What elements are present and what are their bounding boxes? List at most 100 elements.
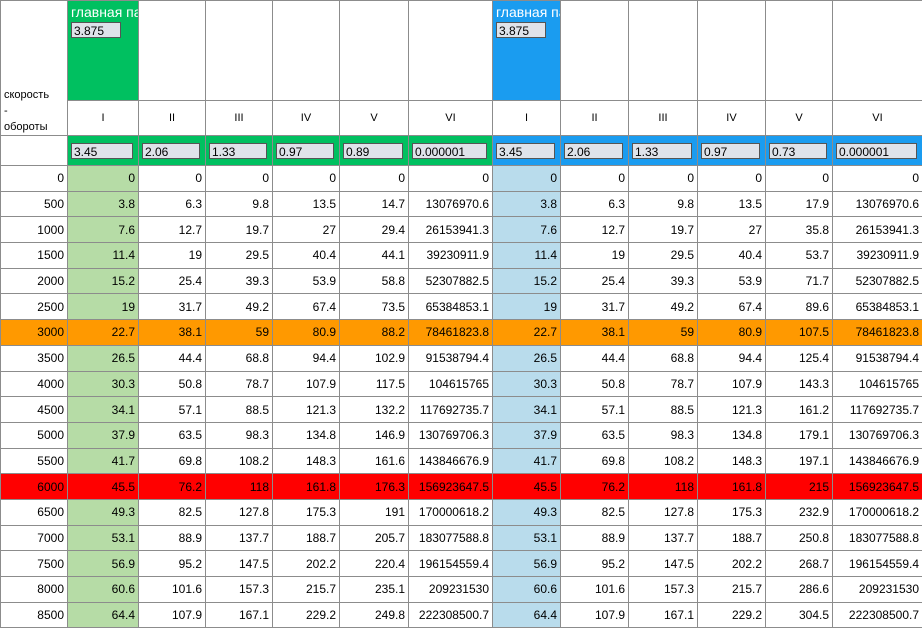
speed-cell[interactable]: 17.9 [766,191,833,217]
speed-cell[interactable]: 39.3 [629,268,698,294]
speed-cell[interactable]: 98.3 [629,422,698,448]
speed-cell[interactable]: 143.3 [766,371,833,397]
speed-cell[interactable]: 69.8 [139,448,206,474]
ratio-input[interactable]: 3.45 [496,143,555,159]
speed-cell[interactable]: 49.2 [629,294,698,320]
speed-cell[interactable]: 39.3 [206,268,273,294]
speed-cell[interactable]: 26153941.3 [833,217,922,243]
speed-cell[interactable]: 0 [629,166,698,192]
ratio-cell-left-2[interactable]: 2.06 [139,136,206,166]
rpm-cell[interactable]: 6500 [1,499,68,525]
speed-cell[interactable]: 56.9 [68,551,139,577]
speed-cell[interactable]: 222308500.7 [409,602,493,628]
speed-cell[interactable]: 134.8 [698,422,766,448]
header-empty-cell[interactable] [833,1,922,101]
speed-cell[interactable]: 170000618.2 [833,499,922,525]
speed-cell[interactable]: 76.2 [139,474,206,500]
speed-cell[interactable]: 132.2 [340,397,409,423]
ratio-cell-left-1[interactable]: 3.45 [68,136,139,166]
speed-cell[interactable]: 34.1 [68,397,139,423]
speed-cell[interactable]: 40.4 [698,243,766,269]
speed-cell[interactable]: 30.3 [68,371,139,397]
speed-cell[interactable]: 19 [139,243,206,269]
speed-cell[interactable]: 91538794.4 [833,345,922,371]
rpm-cell[interactable]: 3000 [1,320,68,346]
speed-cell[interactable]: 60.6 [68,577,139,603]
speed-cell[interactable]: 146.9 [340,422,409,448]
speed-cell[interactable]: 12.7 [561,217,629,243]
speed-cell[interactable]: 148.3 [698,448,766,474]
speed-cell[interactable]: 25.4 [139,268,206,294]
speed-cell[interactable]: 88.9 [561,525,629,551]
speed-cell[interactable]: 127.8 [206,499,273,525]
speed-cell[interactable]: 7.6 [68,217,139,243]
speed-cell[interactable]: 76.2 [561,474,629,500]
speed-cell[interactable]: 26.5 [493,345,561,371]
speed-cell[interactable]: 183077588.8 [409,525,493,551]
speed-cell[interactable]: 196154559.4 [833,551,922,577]
speed-cell[interactable]: 29.4 [340,217,409,243]
ratio-cell-right-4[interactable]: 0.97 [698,136,766,166]
speed-cell[interactable]: 25.4 [561,268,629,294]
speed-cell[interactable]: 6.3 [561,191,629,217]
speed-cell[interactable]: 188.7 [273,525,340,551]
speed-cell[interactable]: 40.4 [273,243,340,269]
speed-cell[interactable]: 229.2 [698,602,766,628]
ratio-cell-right-2[interactable]: 2.06 [561,136,629,166]
speed-cell[interactable]: 7.6 [493,217,561,243]
speed-cell[interactable]: 215.7 [273,577,340,603]
header-empty-cell[interactable] [561,1,629,101]
speed-cell[interactable]: 209231530 [833,577,922,603]
speed-cell[interactable]: 147.5 [206,551,273,577]
speed-cell[interactable]: 118 [206,474,273,500]
gear-header-right-2[interactable]: II [561,100,629,135]
speed-cell[interactable]: 13.5 [273,191,340,217]
rpm-cell[interactable]: 8000 [1,577,68,603]
speed-cell[interactable]: 130769706.3 [409,422,493,448]
speed-cell[interactable]: 161.2 [766,397,833,423]
speed-cell[interactable]: 170000618.2 [409,499,493,525]
speed-cell[interactable]: 64.4 [493,602,561,628]
speed-cell[interactable]: 0 [833,166,922,192]
speed-cell[interactable]: 57.1 [139,397,206,423]
speed-cell[interactable]: 175.3 [273,499,340,525]
speed-cell[interactable]: 183077588.8 [833,525,922,551]
speed-cell[interactable]: 88.5 [206,397,273,423]
ratio-cell-right-5[interactable]: 0.73 [766,136,833,166]
speed-cell[interactable]: 44.4 [139,345,206,371]
speed-cell[interactable]: 63.5 [561,422,629,448]
speed-cell[interactable]: 250.8 [766,525,833,551]
speed-cell[interactable]: 134.8 [273,422,340,448]
speed-cell[interactable]: 57.1 [561,397,629,423]
speed-cell[interactable]: 286.6 [766,577,833,603]
speed-cell[interactable]: 0 [68,166,139,192]
rpm-cell[interactable]: 4500 [1,397,68,423]
rpm-cell[interactable]: 2000 [1,268,68,294]
speed-cell[interactable]: 34.1 [493,397,561,423]
speed-cell[interactable]: 13076970.6 [833,191,922,217]
ratio-input[interactable]: 1.33 [209,143,267,159]
speed-cell[interactable]: 50.8 [139,371,206,397]
speed-cell[interactable]: 176.3 [340,474,409,500]
speed-cell[interactable]: 13.5 [698,191,766,217]
speed-cell[interactable]: 143846676.9 [833,448,922,474]
speed-cell[interactable]: 41.7 [493,448,561,474]
speed-cell[interactable]: 232.9 [766,499,833,525]
speed-cell[interactable]: 175.3 [698,499,766,525]
speed-cell[interactable]: 148.3 [273,448,340,474]
speed-cell[interactable]: 78461823.8 [833,320,922,346]
speed-cell[interactable]: 15.2 [68,268,139,294]
speed-cell[interactable]: 101.6 [561,577,629,603]
rpm-cell[interactable]: 8500 [1,602,68,628]
speed-cell[interactable]: 143846676.9 [409,448,493,474]
header-empty-cell[interactable] [766,1,833,101]
speed-cell[interactable]: 125.4 [766,345,833,371]
rpm-cell[interactable]: 5000 [1,422,68,448]
gear-header-right-4[interactable]: IV [698,100,766,135]
speed-cell[interactable]: 167.1 [629,602,698,628]
speed-cell[interactable]: 157.3 [206,577,273,603]
speed-cell[interactable]: 179.1 [766,422,833,448]
speed-cell[interactable]: 196154559.4 [409,551,493,577]
speed-cell[interactable]: 65384853.1 [409,294,493,320]
speed-cell[interactable]: 29.5 [206,243,273,269]
